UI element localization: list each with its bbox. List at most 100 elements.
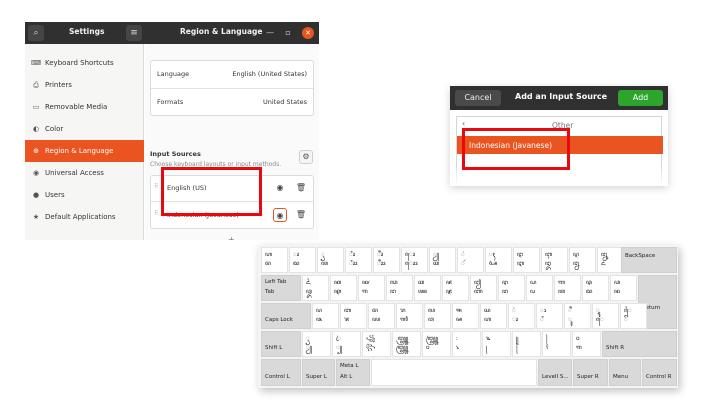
key-label: Super R: [577, 374, 599, 380]
keyboard-key[interactable]: ꦅꦆ: [513, 247, 540, 273]
keyboard-key[interactable]: ꦧꦨ: [340, 303, 367, 329]
keyboard-key[interactable]: ꦋꦌ: [597, 247, 624, 273]
keyboard-key[interactable]: ꦾ ꦕ: [429, 247, 456, 273]
keyboard-key[interactable]: ꦽꦾ: [302, 331, 331, 357]
sidebar-item-label: Removable Media: [45, 103, 108, 111]
key-backspace[interactable]: BackSpace: [621, 247, 677, 273]
keyboard-key[interactable]: ꦁꦂ: [457, 247, 484, 273]
key-control-right[interactable]: Control R: [642, 359, 677, 386]
language-label: Language: [157, 70, 190, 78]
keyboard-key[interactable]: ꦏꦐ: [330, 275, 357, 301]
keyboard-key[interactable]: ꧐꧑: [572, 331, 601, 357]
maximize-icon[interactable]: ▫: [283, 28, 293, 38]
keyboard-key[interactable]: ꦲꦩ: [261, 247, 288, 273]
keyboard-key[interactable]: ꦍꦎ: [302, 275, 329, 301]
keyboard-key[interactable]: ꦷꦸ: [564, 303, 591, 329]
keyboard-key[interactable]: ꦽ ꦠ: [317, 247, 344, 273]
keyboard-key[interactable]: ꦻꦼ: [620, 303, 647, 329]
keyboard-key[interactable]: ꦿ꧀: [332, 331, 361, 357]
key-super-right[interactable]: Super R: [573, 359, 608, 386]
add-input-source-icon[interactable]: +: [228, 235, 235, 240]
keyboard-key[interactable]: ꧁ ꧂: [362, 331, 391, 357]
sidebar-item-removable-media[interactable]: ▭ Removable Media: [25, 96, 144, 118]
keyboard-key[interactable]: ꦴ ꦢ: [289, 247, 316, 273]
key-glyph: ꦰ: [456, 316, 463, 323]
key-tab[interactable]: Left Tab Tab: [261, 275, 301, 301]
keyboard-key[interactable]: ꦉꦊ: [569, 247, 596, 273]
key-menu[interactable]: Menu: [609, 359, 641, 386]
key-super-left[interactable]: Super L: [302, 359, 335, 386]
sidebar-item-color[interactable]: ◐ Color: [25, 118, 144, 140]
keyboard-key[interactable]: ꦱꦲ: [480, 303, 507, 329]
sidebar-item-keyboard-shortcuts[interactable]: ⌨ Keyboard Shortcuts: [25, 52, 144, 74]
universal-access-icon: ◉: [32, 169, 40, 177]
keyboard-key[interactable]: ꦙꦚ: [470, 275, 497, 301]
trash-icon[interactable]: 🗑: [294, 208, 308, 222]
key-space[interactable]: [371, 359, 537, 386]
keyboard-key[interactable]: ꦝꦞ: [526, 275, 553, 301]
keyboard-key[interactable]: ꦷꦴꦷꦴꦴ: [373, 247, 400, 273]
keyboard-key[interactable]: ꦶꦴꦶꦴꦴ: [345, 247, 372, 273]
keyboard-key[interactable]: ꦺꦴꦺꦴꦴ: [401, 247, 428, 273]
sidebar-item-universal-access[interactable]: ◉ Universal Access: [25, 162, 144, 184]
key-control-left[interactable]: Control L: [261, 359, 301, 386]
key-glyph: ꦺꦴꦴ: [405, 260, 418, 267]
keyboard-key[interactable]: ꧃ ꧄: [392, 331, 421, 357]
keyboard-key[interactable]: ꦣꦤ: [610, 275, 637, 301]
close-icon[interactable]: ✕: [302, 27, 314, 39]
key-glyph-shifted: ꦷ: [568, 307, 572, 314]
keyboard-key[interactable]: ꦭꦮ: [424, 303, 451, 329]
key-glyph-shifted: ꦡ: [586, 279, 592, 286]
keyboard-key[interactable]: ꦓꦔ: [386, 275, 413, 301]
keyboard-key[interactable]: ꦛꦜ: [498, 275, 525, 301]
keyboard-key[interactable]: ꦹꦺ: [592, 303, 619, 329]
keyboard-key[interactable]: ꦥꦦ: [312, 303, 339, 329]
sidebar-item-region-language[interactable]: ⊕ Region & Language: [25, 140, 144, 162]
keyboard-layout-preview: ꦲ ꦩꦴ ꦢꦽ ꦠꦶꦴꦶꦴꦴꦷꦴꦷꦴꦴꦺꦴꦺꦴꦴꦾ ꦕꦁꦂꦃ ꦄ ꦅ ꦆ ꦇ ꦈ ꦉ ꦊ ꦋ ꦌ Back…: [258, 245, 678, 388]
hamburger-menu-icon[interactable]: ≡: [126, 25, 142, 41]
key-level3-shift[interactable]: LevelI S...: [538, 359, 572, 386]
key-caps-lock[interactable]: Caps Lock: [261, 303, 311, 329]
keyboard-key[interactable]: ꦇꦈ: [541, 247, 568, 273]
key-shift-left[interactable]: Shift L: [261, 331, 301, 357]
keyboard-key[interactable]: ꧇ ꧈: [452, 331, 481, 357]
keyboard-key[interactable]: ꦵꦶ: [536, 303, 563, 329]
sidebar-item-default-applications[interactable]: ★ Default Applications: [25, 206, 144, 228]
eye-icon[interactable]: ◉: [273, 208, 287, 222]
keyboard-key[interactable]: ꦗꦘ: [442, 275, 469, 301]
sidebar-item-label: Region & Language: [45, 147, 114, 155]
trash-icon[interactable]: 🗑: [294, 181, 308, 195]
keyboard-key[interactable]: ꦑꦒ: [358, 275, 385, 301]
search-icon[interactable]: ⌕: [28, 25, 44, 41]
drag-handle-icon[interactable]: ⠿: [154, 183, 159, 190]
key-glyph-shifted: ꦻ: [624, 307, 632, 314]
keyboard-key[interactable]: ꧋ ꧌: [512, 331, 541, 357]
keyboard-key[interactable]: ꧍ ꧏ: [542, 331, 571, 357]
keyboard-key[interactable]: ꧉ ꧊: [482, 331, 511, 357]
formats-value[interactable]: United States: [263, 98, 307, 106]
keyboard-key[interactable]: ꦫꦬ: [396, 303, 423, 329]
keyboard-key[interactable]: ꦕꦖ: [414, 275, 441, 301]
keyboard-key[interactable]: ꦡꦢ: [582, 275, 609, 301]
sidebar-item-users[interactable]: ● Users: [25, 184, 144, 206]
back-chevron-icon[interactable]: ‹: [462, 119, 465, 128]
keyboard-key[interactable]: ꦳ꦴ: [508, 303, 535, 329]
eye-icon[interactable]: ◉: [273, 181, 287, 195]
keyboard-key[interactable]: ꦯꦰ: [452, 303, 479, 329]
minimize-icon[interactable]: —: [265, 28, 275, 38]
language-value[interactable]: English (United States): [232, 70, 307, 78]
cancel-button[interactable]: Cancel: [455, 90, 501, 106]
drag-handle-icon[interactable]: ⠿: [154, 210, 159, 217]
key-glyph: ꦬ: [400, 316, 408, 323]
keyboard-key[interactable]: ꦃ ꦄ: [485, 247, 512, 273]
keyboard-key[interactable]: ꧅ ꧆: [422, 331, 451, 357]
key-alt-left[interactable]: Meta L Alt L: [336, 359, 370, 386]
keyboard-key[interactable]: ꦟꦠ: [554, 275, 581, 301]
sidebar-item-printers[interactable]: ⎙ Printers: [25, 74, 144, 96]
key-label: Control L: [265, 374, 290, 380]
input-source-options-button[interactable]: ⚙: [299, 150, 313, 164]
key-shift-right[interactable]: Shift R: [602, 331, 677, 357]
screenshot-collage: ⌕ Settings ≡ Region & Language — ▫ ✕ ⌨ K…: [0, 0, 703, 405]
add-button[interactable]: Add: [618, 90, 663, 106]
keyboard-key[interactable]: ꦩꦪ: [368, 303, 395, 329]
